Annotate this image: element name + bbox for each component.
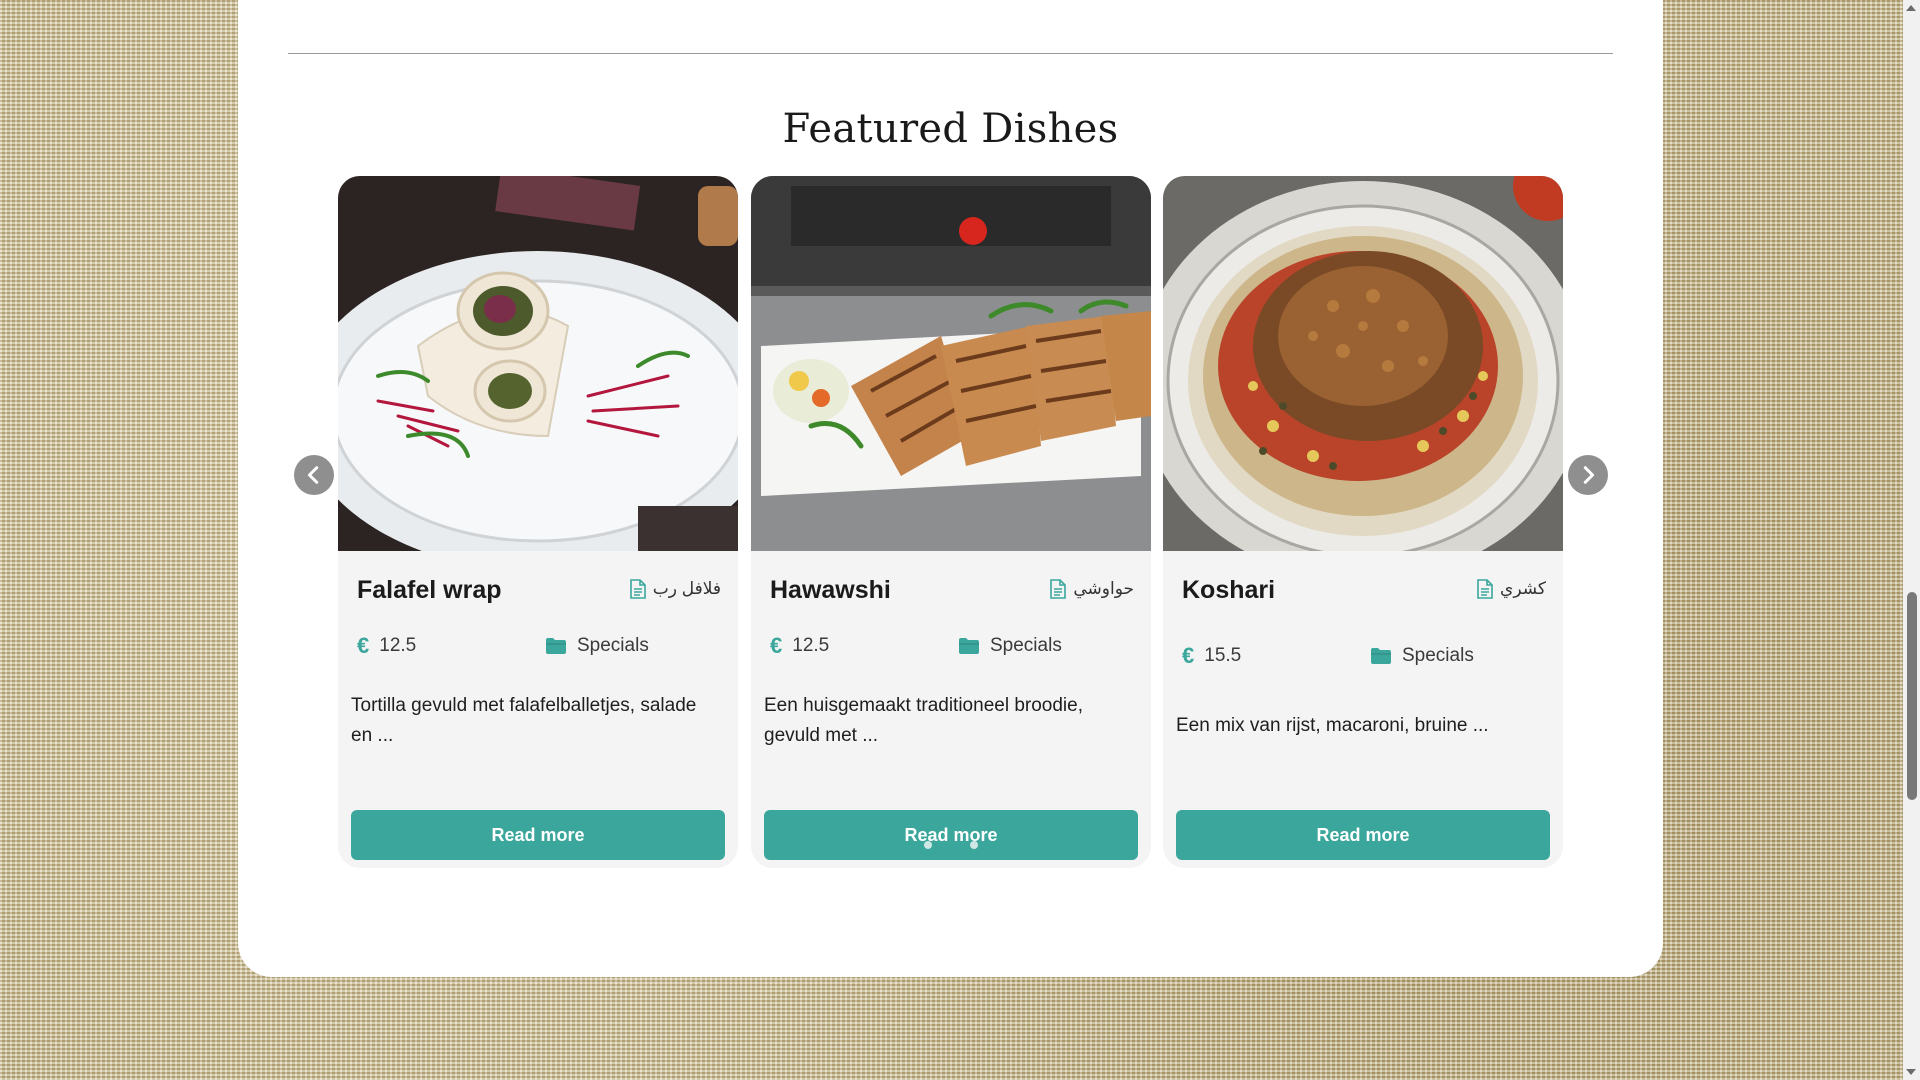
document-icon <box>1476 579 1494 599</box>
dish-meta: € 12.5 Specials <box>770 633 1132 659</box>
euro-icon: € <box>1182 643 1195 668</box>
chevron-right-icon <box>1583 466 1595 484</box>
dish-card-hawawshi: Hawawshi حواوشي € 12.5 Specials Een huis… <box>751 176 1151 868</box>
section-title: Featured Dishes <box>782 106 1119 152</box>
dish-image-koshari <box>1163 176 1563 551</box>
dish-meta: € 12.5 Specials <box>357 633 719 659</box>
dish-category[interactable]: Specials <box>545 635 649 657</box>
dish-price-value: 12.5 <box>792 635 830 656</box>
dish-card-koshari: Koshari كشري € 15.5 Specials Een mix van… <box>1163 176 1563 868</box>
dish-category-label: Specials <box>577 635 649 656</box>
dish-title[interactable]: Hawawshi <box>770 576 891 605</box>
page-scrollbar[interactable] <box>1903 0 1920 1080</box>
dish-description: Een huisgemaakt traditioneel broodie, ge… <box>764 695 1083 746</box>
euro-icon: € <box>357 633 370 658</box>
dish-title[interactable]: Koshari <box>1182 576 1275 605</box>
dish-price-value: 15.5 <box>1204 645 1242 666</box>
main-panel: Featured Dishes Falafel wrap فلافل رب € … <box>238 0 1663 977</box>
dish-price-value: 12.5 <box>379 635 417 656</box>
read-more-button[interactable]: Read more <box>1176 810 1550 860</box>
dish-meta: € 15.5 Specials <box>1182 643 1544 669</box>
euro-icon: € <box>770 633 783 658</box>
dish-arabic-name-link[interactable]: كشري <box>1476 579 1546 599</box>
dish-card-falafel-wrap: Falafel wrap فلافل رب € 12.5 Specials To… <box>338 176 738 868</box>
carousel-dot-3[interactable] <box>969 841 978 849</box>
carousel-next-button[interactable] <box>1568 455 1608 495</box>
folder-icon <box>1370 647 1392 665</box>
document-icon <box>629 579 647 599</box>
read-more-button[interactable]: Read more <box>764 810 1138 860</box>
dish-category[interactable]: Specials <box>1370 645 1474 667</box>
dish-arabic-name: حواوشي <box>1073 579 1134 598</box>
dish-image-falafel-wrap <box>338 176 738 551</box>
dish-description: Tortilla gevuld met falafelballetjes, sa… <box>351 695 697 746</box>
carousel-prev-button[interactable] <box>294 455 334 495</box>
dish-arabic-name: فلافل رب <box>652 579 721 598</box>
dish-arabic-name-link[interactable]: حواوشي <box>1049 579 1134 599</box>
dish-image-hawawshi <box>751 176 1151 551</box>
carousel-dot-1[interactable] <box>923 841 932 849</box>
dish-category[interactable]: Specials <box>958 635 1062 657</box>
dish-title[interactable]: Falafel wrap <box>357 576 502 605</box>
document-icon <box>1049 579 1067 599</box>
dish-price: € 15.5 <box>1182 643 1370 669</box>
carousel-dot-2[interactable] <box>946 841 955 849</box>
carousel-pagination <box>238 841 1663 849</box>
scroll-up-icon[interactable] <box>1906 5 1916 11</box>
folder-icon <box>545 637 567 655</box>
featured-dishes-carousel: Falafel wrap فلافل رب € 12.5 Specials To… <box>238 176 1663 876</box>
dish-price: € 12.5 <box>770 633 958 659</box>
dish-arabic-name: كشري <box>1500 579 1546 598</box>
dish-category-label: Specials <box>990 635 1062 656</box>
section-divider <box>288 53 1613 54</box>
dish-category-label: Specials <box>1402 645 1474 666</box>
folder-icon <box>958 637 980 655</box>
dish-description: Een mix van rijst, macaroni, bruine ... <box>1176 715 1489 736</box>
read-more-button[interactable]: Read more <box>351 810 725 860</box>
chevron-left-icon <box>307 466 319 484</box>
dish-arabic-name-link[interactable]: فلافل رب <box>629 579 721 599</box>
scrollbar-thumb[interactable] <box>1907 592 1917 800</box>
dish-price: € 12.5 <box>357 633 545 659</box>
scroll-down-icon[interactable] <box>1906 1069 1916 1075</box>
